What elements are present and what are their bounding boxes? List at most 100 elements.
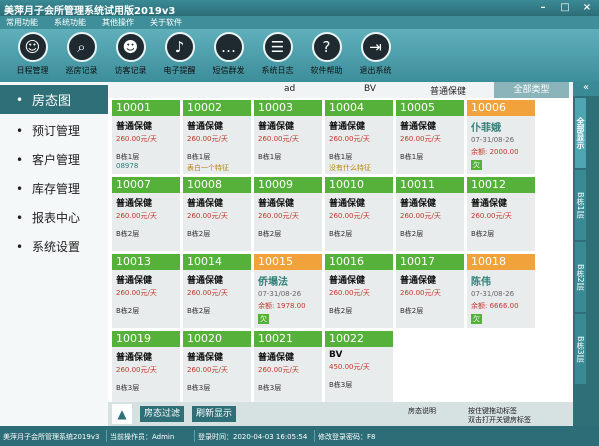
filter-type-ad[interactable]: ad — [284, 84, 295, 94]
room-card[interactable]: 10022 BV 450.00元/天 B栋3层 — [325, 331, 393, 405]
room-floor: B栋3层 — [116, 384, 140, 392]
room-number: 10022 — [325, 331, 393, 347]
menu-common[interactable]: 常用功能 — [4, 16, 52, 29]
room-note: 08978 — [116, 162, 139, 170]
toolbar-button-3[interactable]: ♪ 电子提醒 — [155, 29, 204, 82]
room-card[interactable]: 10010 普通保健 260.00元/天 B栋2层 — [325, 177, 393, 251]
balance: 余额: 1978.00 — [258, 302, 306, 310]
filter-type-normal[interactable]: 普通保健 — [430, 84, 466, 97]
room-number: 10004 — [325, 100, 393, 116]
close-button[interactable]: × — [579, 2, 595, 14]
maximize-button[interactable]: □ — [557, 2, 573, 14]
room-price: 260.00元/天 — [471, 212, 512, 220]
collapse-icon[interactable]: « — [573, 82, 599, 96]
room-card[interactable]: 10016 普通保健 260.00元/天 B栋2层 — [325, 254, 393, 328]
guest-name: 陈伟 — [471, 277, 491, 288]
room-card[interactable]: 10004 普通保健 260.00元/天 B栋1层 没有什么特征 — [325, 100, 393, 174]
bullet-icon: • — [16, 210, 24, 225]
room-number: 10015 — [254, 254, 322, 270]
filter-all-types-button[interactable]: 全部类型 — [494, 82, 569, 98]
room-card[interactable]: 10019 普通保健 260.00元/天 B栋3层 — [112, 331, 180, 405]
room-card[interactable]: 10001 普通保健 260.00元/天 B栋1层 08978 — [112, 100, 180, 174]
menu-about[interactable]: 关于软件 — [148, 16, 196, 29]
sidebar-item-2[interactable]: • 客户管理 — [0, 145, 108, 174]
status-divider — [106, 430, 107, 442]
arrears-badge: 欠 — [471, 314, 482, 324]
room-floor: B栋3层 — [329, 381, 353, 389]
room-floor: B栋3层 — [187, 384, 211, 392]
room-type: 普通保健 — [116, 199, 153, 209]
room-card[interactable]: 10012 普通保健 260.00元/天 B栋2层 — [467, 177, 535, 251]
room-card[interactable]: 10007 普通保健 260.00元/天 B栋2层 — [112, 177, 180, 251]
toolbar-button-5[interactable]: ☰ 系统日志 — [253, 29, 302, 82]
room-card[interactable]: 10017 普通保健 260.00元/天 B栋2层 — [396, 254, 464, 328]
room-card[interactable]: 10006 仆菲娥 07-31/08-26 余额: 2000.00 欠 — [467, 100, 535, 174]
room-number: 10003 — [254, 100, 322, 116]
stay-dates: 07-31/08-26 — [258, 290, 302, 298]
sidebar-item-4[interactable]: • 报表中心 — [0, 203, 108, 232]
room-type: 普通保健 — [187, 276, 224, 286]
sidebar-item-1[interactable]: • 预订管理 — [0, 116, 108, 145]
scroll-up-button[interactable]: ▲ — [112, 404, 132, 424]
room-floor: B栋1层 — [258, 153, 282, 161]
room-floor: B栋2层 — [329, 230, 353, 238]
sidebar-item-5[interactable]: • 系统设置 — [0, 232, 108, 261]
room-grid: 10001 普通保健 260.00元/天 B栋1层 08978 10002 普通保健 260.… — [108, 98, 573, 405]
floor-tab-3[interactable]: B栋3层 — [575, 314, 586, 384]
room-type: 普通保健 — [329, 122, 366, 132]
room-type: 普通保健 — [258, 353, 295, 363]
window-title: 美萍月子会所管理系统试用版2019v3 — [4, 6, 176, 17]
room-filter-button[interactable]: 房态过滤 — [140, 406, 185, 422]
room-number: 10009 — [254, 177, 322, 193]
room-card[interactable]: 10014 普通保健 260.00元/天 B栋2层 — [183, 254, 251, 328]
room-number: 10014 — [183, 254, 251, 270]
refresh-button[interactable]: 刷新显示 — [192, 406, 237, 422]
room-type: 普通保健 — [116, 122, 153, 132]
menu-other[interactable]: 其他操作 — [100, 16, 148, 29]
floor-tab-2[interactable]: B栋2层 — [575, 242, 586, 312]
room-price: 260.00元/天 — [400, 135, 441, 143]
room-card[interactable]: 10011 普通保健 260.00元/天 B栋2层 — [396, 177, 464, 251]
room-floor: B栋2层 — [187, 307, 211, 315]
room-price: 450.00元/天 — [329, 363, 370, 371]
room-card[interactable]: 10003 普通保健 260.00元/天 B栋1层 — [254, 100, 322, 174]
room-remark: 没有什么特征 — [329, 164, 371, 172]
toolbar-button-7[interactable]: ⇥ 退出系统 — [351, 29, 400, 82]
room-card[interactable]: 10021 普通保健 260.00元/天 B栋3层 — [254, 331, 322, 405]
toolbar-label: 日程管理 — [16, 66, 49, 75]
toolbar-button-0[interactable]: ☺ 日程管理 — [8, 29, 57, 82]
room-card[interactable]: 10013 普通保健 260.00元/天 B栋2层 — [112, 254, 180, 328]
room-number: 10001 — [112, 100, 180, 116]
room-card[interactable]: 10005 普通保健 260.00元/天 B栋1层 — [396, 100, 464, 174]
floor-tab-0[interactable]: 全部显示 — [575, 98, 586, 168]
minimize-button[interactable]: – — [535, 2, 551, 14]
room-price: 260.00元/天 — [400, 212, 441, 220]
room-price: 260.00元/天 — [187, 135, 228, 143]
room-card[interactable]: 10008 普通保健 260.00元/天 B栋2层 — [183, 177, 251, 251]
room-price: 260.00元/天 — [116, 289, 157, 297]
floor-tab-1[interactable]: B栋1层 — [575, 170, 586, 240]
room-card[interactable]: 10009 普通保健 260.00元/天 B栋2层 — [254, 177, 322, 251]
room-card[interactable]: 10002 普通保健 260.00元/天 B栋1层 表白一个特征 — [183, 100, 251, 174]
toolbar-button-4[interactable]: … 短信群发 — [204, 29, 253, 82]
log-icon: ☰ — [262, 32, 293, 62]
toolbar-button-6[interactable]: ? 软件帮助 — [302, 29, 351, 82]
room-card[interactable]: 10015 侨塌法 07-31/08-26 余额: 1978.00 欠 — [254, 254, 322, 328]
room-card[interactable]: 10018 陈伟 07-31/08-26 余额: 6666.00 欠 — [467, 254, 535, 328]
room-card[interactable]: 10020 普通保健 260.00元/天 B栋3层 — [183, 331, 251, 405]
room-type: 普通保健 — [471, 199, 508, 209]
room-price: 260.00元/天 — [116, 135, 157, 143]
filter-type-bv[interactable]: BV — [364, 84, 376, 94]
toolbar-button-2[interactable]: ☻ 访客记录 — [106, 29, 155, 82]
sidebar: • 房态图 • 预订管理 • 客户管理 • 库存管理 • 报表中心 • 系统设置 — [0, 82, 108, 426]
chat-icon: … — [213, 32, 244, 62]
toolbar-label: 短信群发 — [212, 66, 245, 75]
sidebar-item-0[interactable]: • 房态图 — [0, 85, 108, 114]
room-price: 260.00元/天 — [116, 366, 157, 374]
room-number: 10010 — [325, 177, 393, 193]
room-type: 普通保健 — [400, 122, 437, 132]
sidebar-item-3[interactable]: • 库存管理 — [0, 174, 108, 203]
toolbar-button-1[interactable]: ⌕ 巡房记录 — [57, 29, 106, 82]
menu-system[interactable]: 系统功能 — [52, 16, 100, 29]
sidebar-item-label: 报表中心 — [32, 211, 81, 225]
